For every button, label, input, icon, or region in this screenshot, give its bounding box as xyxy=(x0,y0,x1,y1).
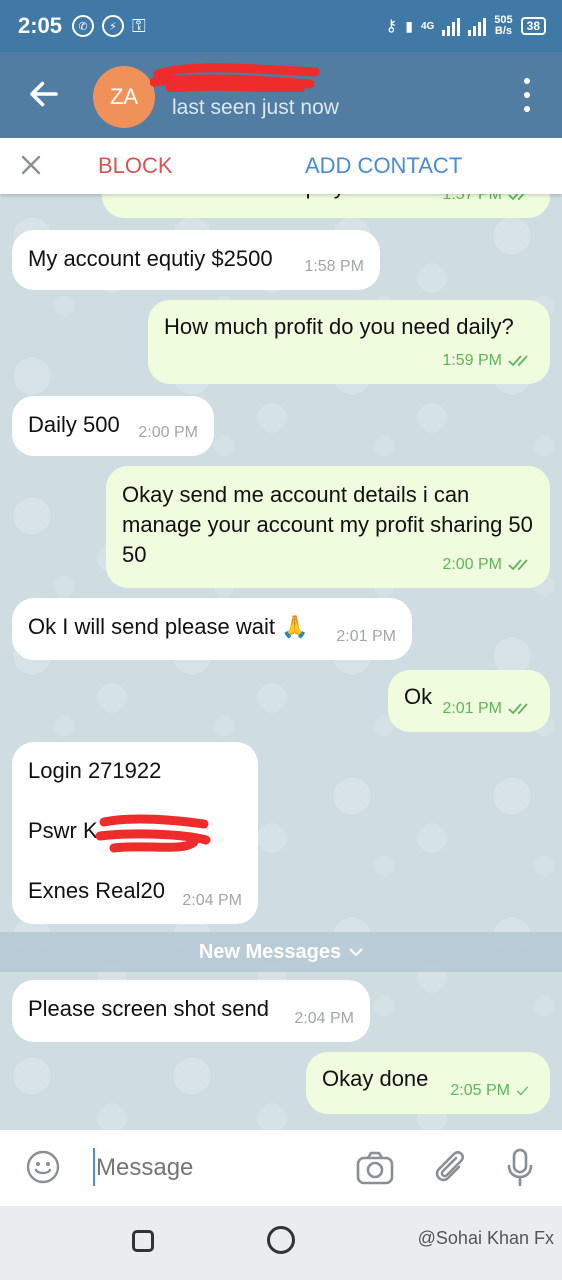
signal-icon xyxy=(442,16,461,36)
signal-2-icon xyxy=(468,16,487,36)
message-outgoing[interactable]: Yes How much equity account 1:57 PM xyxy=(102,194,550,218)
avatar[interactable]: ZA xyxy=(93,66,155,128)
message-input[interactable] xyxy=(96,1150,326,1186)
message-outgoing[interactable]: Ok 2:01 PM xyxy=(388,670,550,732)
new-messages-divider[interactable]: New Messages xyxy=(0,932,562,972)
text-cursor xyxy=(93,1148,95,1186)
message-incoming[interactable]: Login 271922 Pswr K Exnes Real20 2:04 PM xyxy=(12,742,258,924)
battery-icon: 38 xyxy=(520,17,546,35)
back-arrow-icon[interactable] xyxy=(26,76,62,112)
double-check-icon xyxy=(508,355,528,367)
emoji-icon[interactable] xyxy=(26,1150,60,1184)
composer xyxy=(0,1130,562,1206)
vpn-key-icon: ⚷ xyxy=(385,18,398,35)
single-check-icon xyxy=(516,1086,529,1096)
block-button[interactable]: BLOCK xyxy=(98,153,173,179)
messenger-icon: ⚡ xyxy=(102,15,125,37)
last-seen-status: last seen just now xyxy=(172,96,339,119)
add-contact-button[interactable]: ADD CONTACT xyxy=(305,153,462,179)
double-check-icon xyxy=(508,194,525,201)
recents-button[interactable] xyxy=(132,1230,154,1252)
message-list[interactable]: Yes How much equity account 1:57 PM My a… xyxy=(0,194,562,1130)
whatsapp-icon: ✆ xyxy=(72,15,95,37)
message-outgoing[interactable]: Okay done 2:05 PM xyxy=(306,1052,550,1114)
key-icon: ⚿ xyxy=(132,15,146,36)
system-nav-bar: @Sohai Khan Fx xyxy=(0,1206,562,1280)
message-outgoing[interactable]: How much profit do you need daily? 1:59 … xyxy=(148,300,550,384)
message-outgoing[interactable]: Okay send me account details i can manag… xyxy=(106,466,550,588)
chevron-down-icon xyxy=(349,948,363,957)
status-time: 2:05 xyxy=(18,13,63,38)
status-bar: 2:05 ✆ ⚡ ⚿ ⚷ ▮ 4G 505 B/s 38 xyxy=(0,0,562,52)
message-incoming[interactable]: Ok I will send please wait 🙏 2:01 PM xyxy=(12,598,412,660)
close-icon[interactable] xyxy=(20,154,42,176)
message-incoming[interactable]: My account equtiy $2500 1:58 PM xyxy=(12,230,380,290)
double-check-icon xyxy=(508,559,528,571)
net-speed: 505 B/s xyxy=(494,14,513,37)
watermark: @Sohai Khan Fx xyxy=(417,1228,554,1248)
chat-header: ZA last seen just now xyxy=(0,52,562,138)
more-vert-icon[interactable] xyxy=(522,78,532,112)
mic-icon[interactable] xyxy=(506,1148,534,1188)
network-type: 4G xyxy=(420,20,435,32)
redacted-password xyxy=(95,814,211,853)
message-incoming[interactable]: Please screen shot send 2:04 PM xyxy=(12,980,370,1042)
redacted-contact-name xyxy=(150,63,320,92)
message-incoming[interactable]: Daily 500 2:00 PM xyxy=(12,396,214,456)
contact-action-bar: BLOCK ADD CONTACT xyxy=(0,138,562,194)
camera-icon[interactable] xyxy=(356,1150,394,1186)
home-button[interactable] xyxy=(267,1226,295,1254)
vibrate-icon: ▮ xyxy=(405,17,413,34)
double-check-icon xyxy=(508,703,528,715)
attach-icon[interactable] xyxy=(432,1148,466,1186)
